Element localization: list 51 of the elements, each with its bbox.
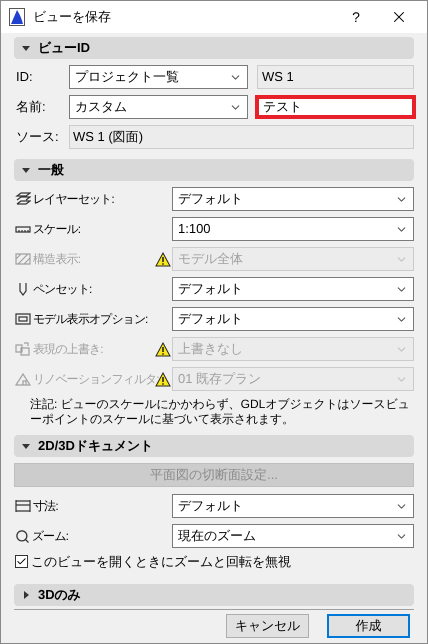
warning-icon [155,372,171,386]
field-label: スケール: [33,221,80,238]
layers-icon [15,192,31,206]
collapse-triangle-icon [22,166,30,174]
dropdown[interactable]: デフォルト [172,494,414,518]
dropdown[interactable]: デフォルト [172,187,414,211]
dropdown[interactable]: 現在のズーム [172,524,414,548]
dropdown[interactable]: デフォルト [172,307,414,331]
field-label: 構造表示: [33,251,80,268]
field-label: レイヤーセット: [33,191,114,208]
field-label: モデル表示オプション: [33,311,148,328]
section-title: 一般 [38,161,64,180]
section-header[interactable]: 3Dのみ [14,584,414,606]
section-header[interactable]: 一般 [14,159,414,181]
section-title: 2D/3Dドキュメント [38,437,153,456]
collapse-triangle-icon [22,44,30,52]
readonly-field: WS 1 (図面) [69,125,414,149]
expand-triangle-icon [22,590,30,598]
dimension-icon [15,499,31,513]
collapse-triangle-icon [22,442,30,450]
window-title: ビューを保存 [33,8,112,26]
dialog-button[interactable]: 作成 [327,614,410,638]
field-label: ID: [16,68,34,86]
section-header[interactable]: 2D/3Dドキュメント [14,435,414,457]
warning-icon [155,342,171,356]
rectangle-frame-icon [15,312,31,326]
checkbox-square[interactable] [15,555,28,568]
field-label: ズーム: [32,528,68,545]
ignore-zoom-checkbox[interactable]: このビューを開くときにズームと回転を無視 [14,552,414,572]
dropdown[interactable]: カスタム [69,95,248,119]
section-title: 3Dのみ [38,586,81,604]
search-icon [15,528,30,544]
dropdown[interactable]: 1:100 [172,217,414,241]
field-label: 名前: [16,98,47,116]
note-text: 注記: ビューのスケールにかかわらず、GDLオブジェクトはソースビューポイントのスケールに基づいて表示されます。 [29,397,410,427]
app-logo-icon [9,8,25,26]
field-label: ソース: [16,128,60,146]
warning-icon [155,252,171,266]
field-label: ペンセット: [33,281,92,298]
section-header[interactable]: ビューID [14,37,414,59]
dropdown[interactable]: プロジェクト一覧 [69,65,248,89]
text-field[interactable]: テスト [255,95,416,119]
dropdown[interactable]: デフォルト [172,277,414,301]
section-title: ビューID [38,39,90,58]
help-button[interactable]: ? [341,6,371,28]
readonly-field: WS 1 [257,65,414,89]
house-icon [15,372,31,386]
overlapping-boxes-icon [15,342,31,356]
field-label: 寸法: [33,498,58,515]
dialog-button[interactable]: キャンセル [226,614,309,638]
field-label: 表現の上書き: [33,341,103,358]
